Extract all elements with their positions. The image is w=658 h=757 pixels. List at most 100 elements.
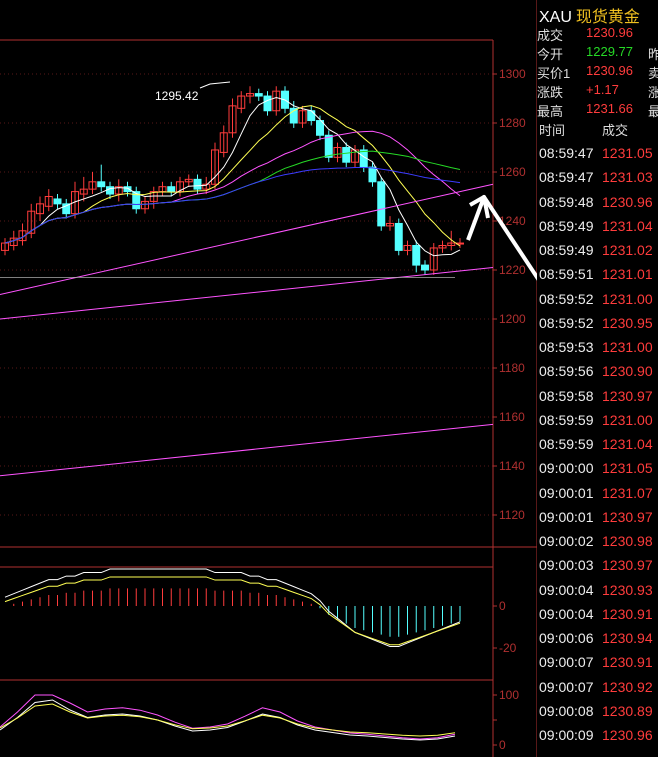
tick-row[interactable]: 09:00:04 1230.91 — [537, 606, 658, 630]
tick-row[interactable]: 08:59:48 1230.96 — [537, 194, 658, 218]
tick-row[interactable]: 09:00:03 1230.97 — [537, 557, 658, 581]
chart-area[interactable]: 1300128012601240122012001180116011401120… — [0, 0, 537, 757]
tick-price: 1231.05 — [602, 460, 653, 477]
high-marker: 1295.42 — [155, 81, 231, 103]
tick-price: 1230.89 — [602, 702, 653, 719]
symbol-name: 现货黄金 — [575, 9, 640, 26]
tick-row[interactable]: 09:00:06 1230.94 — [537, 630, 658, 654]
tick-price: 1230.97 — [602, 557, 653, 574]
tick-price: 1231.02 — [602, 242, 653, 258]
trend-line-lower — [0, 267, 494, 320]
tick-price: 1230.97 — [602, 508, 653, 525]
tick-time: 08:59:47 — [539, 145, 594, 161]
tick-row[interactable]: 09:00:04 1230.93 — [537, 582, 658, 606]
trend-line-upper — [0, 183, 494, 295]
tick-row[interactable]: 09:00:00 1231.05 — [537, 460, 658, 484]
kdj-axis-label: 100 — [499, 688, 519, 702]
tick-time: 08:59:51 — [539, 266, 594, 283]
quote-label: 今开 — [537, 47, 564, 62]
trend-lines — [0, 183, 494, 477]
tick-time: 09:00:08 — [539, 702, 594, 719]
candle-body — [421, 264, 429, 271]
macd-dea-line — [4, 576, 461, 646]
candle-body — [53, 198, 62, 205]
price-axis-label: 1160 — [499, 410, 525, 424]
tick-time: 09:00:04 — [539, 581, 594, 598]
quote-value: +1.17 — [586, 82, 619, 97]
quote-value: 1229.77 — [586, 44, 633, 59]
symbol-title: XAU 现货黄金 — [539, 3, 640, 27]
tick-row[interactable]: 08:59:47 1231.03 — [537, 169, 658, 193]
tick-price: 1230.96 — [602, 727, 653, 743]
price-axis-label: 1280 — [499, 116, 526, 130]
quote-label: 买价1 — [537, 66, 571, 81]
tick-price: 1230.91 — [602, 605, 653, 622]
macd-axis-label: -20 — [499, 641, 517, 655]
tick-price: 1231.04 — [602, 217, 653, 234]
tick-row[interactable]: 08:59:53 1231.00 — [537, 339, 658, 363]
quote-extra: 涨 — [648, 85, 658, 100]
tick-row[interactable]: 08:59:49 1231.02 — [537, 242, 658, 266]
tick-row[interactable]: 08:59:56 1230.90 — [537, 363, 658, 387]
tick-row[interactable]: 09:00:07 1230.92 — [537, 679, 658, 703]
tick-row[interactable]: 09:00:01 1231.07 — [537, 485, 658, 509]
tick-time: 09:00:01 — [539, 484, 594, 501]
price-axis: 1300128012601240122012001180116011401120 — [0, 67, 526, 522]
price-axis-label: 1260 — [499, 165, 526, 179]
tick-header-time: 时间 — [539, 123, 566, 138]
tick-row[interactable]: 09:00:08 1230.89 — [537, 703, 658, 727]
price-axis-label: 1300 — [499, 67, 526, 81]
quote-label: 成交 — [537, 28, 564, 43]
quote-extra: 卖 — [648, 66, 658, 81]
tick-time: 08:59:52 — [539, 290, 594, 307]
candle-body — [342, 147, 351, 163]
tick-time: 09:00:07 — [539, 654, 594, 671]
kdj-j-line — [0, 694, 456, 740]
tick-time: 08:59:47 — [539, 169, 594, 186]
tick-price: 1231.03 — [602, 169, 653, 186]
tick-row[interactable]: 09:00:07 1230.91 — [537, 654, 658, 678]
ma30-line — [4, 150, 461, 244]
tick-time: 09:00:01 — [539, 508, 594, 525]
tick-time: 08:59:52 — [539, 314, 594, 331]
candle-body — [106, 186, 114, 195]
macd-axis-label: 0 — [499, 599, 506, 613]
tick-price: 1230.93 — [602, 581, 653, 598]
price-axis-label: 1180 — [499, 361, 525, 375]
tick-row[interactable]: 08:59:59 1231.00 — [537, 412, 658, 436]
tick-price: 1230.98 — [602, 533, 653, 549]
quote-row: 今开 1229.77 昨 — [537, 44, 658, 63]
quote-value: 1230.96 — [586, 25, 633, 40]
tick-row[interactable]: 08:59:52 1230.95 — [537, 315, 658, 339]
candle-body — [324, 134, 333, 158]
tick-time: 09:00:02 — [539, 533, 594, 549]
candle-body — [97, 181, 106, 188]
tick-time: 08:59:49 — [539, 242, 594, 258]
quote-label: 涨跌 — [537, 85, 564, 100]
tick-row[interactable]: 08:59:51 1231.01 — [537, 266, 658, 290]
ma60-line — [4, 167, 461, 244]
tick-row[interactable]: 08:59:47 1231.05 — [537, 145, 658, 169]
tick-price: 1231.07 — [602, 484, 653, 501]
tick-time: 09:00:07 — [539, 678, 594, 695]
tick-time: 08:59:49 — [539, 217, 594, 234]
price-axis-label: 1120 — [499, 508, 525, 522]
tick-header: 时间 成交 — [537, 118, 658, 142]
tick-time: 08:59:48 — [539, 193, 594, 210]
tick-row[interactable]: 09:00:01 1230.97 — [537, 509, 658, 533]
tick-price: 1230.92 — [602, 678, 653, 695]
tick-row[interactable]: 08:59:59 1231.04 — [537, 436, 658, 460]
tick-price: 1230.94 — [602, 630, 653, 646]
quote-extra: 昨 — [648, 47, 658, 62]
tick-row[interactable]: 09:00:09 1230.96 — [537, 727, 658, 751]
tick-row[interactable]: 09:00:02 1230.98 — [537, 533, 658, 557]
candle-body — [193, 178, 202, 190]
tick-row[interactable]: 08:59:58 1230.97 — [537, 388, 658, 412]
candle-body — [167, 186, 176, 193]
quote-row: 涨跌 +1.17 涨 — [537, 82, 658, 101]
tick-time: 08:59:59 — [539, 411, 594, 428]
tick-price: 1230.90 — [602, 363, 653, 380]
tick-row[interactable]: 08:59:49 1231.04 — [537, 218, 658, 242]
tick-row[interactable]: 08:59:52 1231.00 — [537, 291, 658, 315]
price-axis-label: 1220 — [499, 263, 526, 277]
